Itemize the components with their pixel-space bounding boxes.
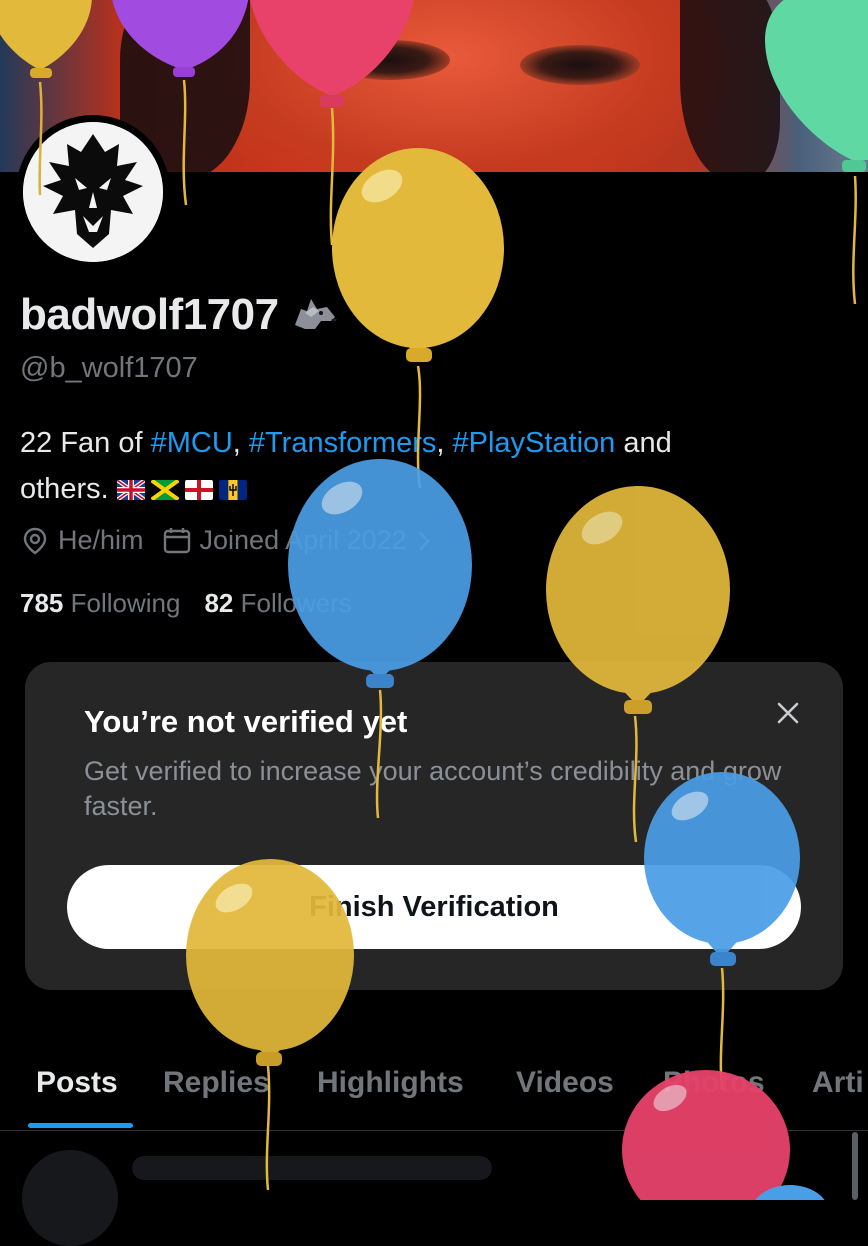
display-name: badwolf1707 <box>20 290 279 339</box>
hashtag-link[interactable]: #PlayStation <box>452 427 615 459</box>
profile-avatar[interactable] <box>16 115 170 269</box>
followers-link[interactable]: 82 Followers <box>204 588 351 619</box>
tab-photos[interactable]: Photos <box>663 1066 765 1100</box>
follow-stats: 785 Following 82 Followers <box>20 588 352 619</box>
scrollbar[interactable] <box>852 1132 858 1200</box>
tab-videos[interactable]: Videos <box>516 1066 614 1100</box>
close-icon[interactable] <box>773 698 803 728</box>
bio-text-and: and <box>615 427 672 459</box>
bio-text-end: others. <box>20 473 109 505</box>
joined-item[interactable]: Joined April 2022 <box>162 525 433 556</box>
verification-description: Get verified to increase your account’s … <box>84 756 782 821</box>
tab-highlights[interactable]: Highlights <box>317 1066 464 1100</box>
tab-posts[interactable]: Posts <box>36 1066 118 1100</box>
chevron-right-icon <box>418 530 430 551</box>
name-row: badwolf1707 <box>20 290 339 340</box>
profile-handle: @b_wolf1707 <box>20 352 198 384</box>
banner-hair-right <box>680 0 780 172</box>
profile-tabs: Posts Replies Highlights Videos Photos A… <box>0 1060 868 1131</box>
banner-eye-left <box>330 40 450 80</box>
finish-verification-button[interactable]: Finish Verification <box>67 865 801 949</box>
bio-text: 22 Fan of <box>20 427 151 459</box>
barbados-flag-icon <box>218 480 247 501</box>
active-tab-indicator <box>28 1123 133 1128</box>
wolf-logo-icon <box>23 122 163 262</box>
following-label: Following <box>70 588 181 618</box>
followers-count: 82 <box>204 588 234 618</box>
jamaica-flag-icon <box>150 480 179 501</box>
banner-face <box>170 0 730 172</box>
following-link[interactable]: 785 Following <box>20 588 180 619</box>
tab-replies[interactable]: Replies <box>163 1066 270 1100</box>
calendar-icon <box>163 527 190 553</box>
verification-card: You’re not verified yet Get verified to … <box>25 662 843 990</box>
post-text-placeholder <box>132 1156 492 1180</box>
profile-meta: He/him Joined April 2022 <box>20 525 433 556</box>
uk-flag-icon <box>116 480 145 501</box>
banner-eye-right <box>520 45 640 85</box>
profile-bio: 22 Fan of #MCU, #Transformers, #PlayStat… <box>20 427 672 505</box>
pronouns-text: He/him <box>58 525 144 555</box>
balloon-yellow-2 <box>332 148 504 362</box>
following-count: 785 <box>20 588 64 618</box>
pronouns-item: He/him <box>20 525 144 556</box>
verification-title: You’re not verified yet <box>84 704 408 739</box>
post-avatar-placeholder <box>22 1150 118 1246</box>
hashtag-link[interactable]: #MCU <box>151 427 233 459</box>
location-pin-icon <box>23 527 47 554</box>
joined-text: Joined April 2022 <box>199 525 407 555</box>
followers-label: Followers <box>240 588 352 618</box>
tab-articles[interactable]: Arti <box>812 1066 864 1100</box>
balloon-blue-3 <box>755 1185 825 1200</box>
wolf-emoji-icon <box>294 299 337 329</box>
england-flag-icon <box>184 480 213 501</box>
hashtag-link[interactable]: #Transformers <box>249 427 436 459</box>
